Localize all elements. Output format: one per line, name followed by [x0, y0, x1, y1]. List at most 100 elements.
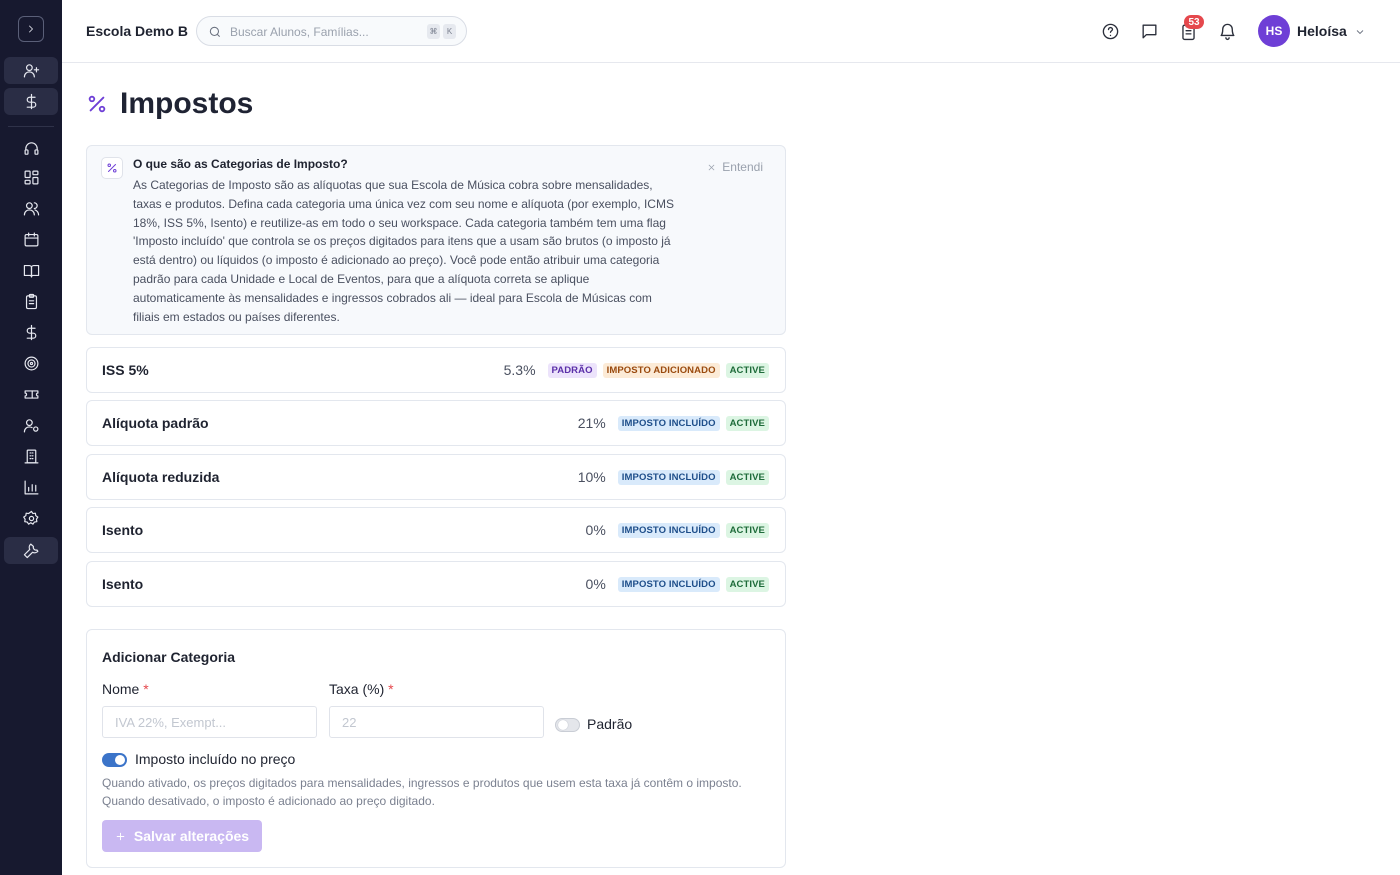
dismiss-label: Entendi: [722, 160, 763, 174]
help-button[interactable]: [1099, 20, 1121, 42]
category-name: Isento: [102, 522, 144, 538]
avatar[interactable]: HS: [1258, 15, 1290, 47]
info-body: As Categorias de Imposto são as alíquota…: [133, 178, 674, 324]
user-settings-icon: [23, 419, 38, 433]
sidebar-item-billing[interactable]: [4, 319, 58, 346]
tax-mode-badge: IMPOSTO INCLUÍDO: [617, 522, 720, 538]
info-callout: O que são as Categorias de Imposto? As C…: [86, 145, 786, 335]
search-box[interactable]: Buscar Alunos, Famílias... ⌘ K: [196, 16, 467, 46]
messages-button[interactable]: [1138, 20, 1160, 42]
sidebar-item-courses[interactable]: [4, 257, 58, 284]
category-rate: 10%: [577, 469, 606, 485]
add-category-form: Adicionar Categoria Nome * Taxa (%) * Pa…: [86, 629, 786, 868]
help-circle-icon: [1102, 23, 1118, 39]
user-plus-icon: [23, 64, 39, 78]
required-mark: *: [143, 681, 149, 697]
building-icon: [24, 449, 38, 464]
sidebar-item-add-student[interactable]: [4, 57, 58, 84]
bar-chart-icon: [24, 480, 38, 495]
sidebar-item-goals[interactable]: [4, 350, 58, 377]
category-rate: 21%: [577, 415, 606, 431]
shortcut-key-cmd: ⌘: [427, 24, 440, 39]
tax-mode-badge: IMPOSTO INCLUÍDO: [617, 415, 720, 431]
tax-included-help: Quando ativado, os preços digitados para…: [102, 776, 742, 808]
sidebar-item-dashboard[interactable]: [4, 164, 58, 191]
sidebar-item-tickets[interactable]: [4, 381, 58, 408]
sidebar-item-finance[interactable]: [4, 88, 58, 115]
sidebar-item-tools[interactable]: [4, 537, 58, 564]
rate-input[interactable]: [329, 706, 544, 738]
name-input[interactable]: [102, 706, 317, 738]
headset-icon: [24, 142, 38, 155]
sidebar-item-locations[interactable]: [4, 443, 58, 470]
sidebar-item-settings[interactable]: [4, 505, 58, 532]
tax-category-row[interactable]: Alíquota padrão 21% IMPOSTO INCLUÍDO ACT…: [86, 400, 786, 446]
tax-category-row[interactable]: ISS 5% 5.3% PADRÃO IMPOSTO ADICIONADO AC…: [86, 347, 786, 393]
dollar-icon: [26, 93, 36, 110]
tax-category-row[interactable]: Alíquota reduzida 10% IMPOSTO INCLUÍDO A…: [86, 454, 786, 500]
ticket-icon: [24, 390, 38, 399]
calendar-icon: [24, 232, 38, 247]
name-label-text: Nome: [102, 681, 140, 697]
shortcut-key-k: K: [443, 24, 456, 39]
default-badge: PADRÃO: [547, 362, 597, 378]
wrench-icon: [23, 543, 38, 559]
school-name[interactable]: Escola Demo B: [86, 23, 188, 39]
percent-icon: [86, 93, 108, 115]
category-rate: 0%: [585, 576, 606, 592]
status-badge: ACTIVE: [725, 469, 769, 485]
users-icon: [23, 202, 39, 216]
target-icon: [24, 356, 38, 371]
rate-label: Taxa (%) *: [329, 681, 394, 697]
sidebar-item-calendar[interactable]: [4, 226, 58, 253]
tax-category-row[interactable]: Isento 0% IMPOSTO INCLUÍDO ACTIVE: [86, 561, 786, 607]
category-name: Alíquota reduzida: [102, 469, 220, 485]
save-button[interactable]: Salvar alterações: [102, 820, 262, 852]
tax-mode-badge: IMPOSTO ADICIONADO: [602, 362, 720, 378]
tax-category-row[interactable]: Isento 0% IMPOSTO INCLUÍDO ACTIVE: [86, 507, 786, 553]
sidebar-expand-button[interactable]: [18, 16, 44, 42]
default-toggle-label: Padrão: [587, 716, 633, 732]
sidebar: [0, 0, 62, 875]
plus-icon: [116, 832, 125, 840]
percent-icon: [101, 157, 123, 179]
default-toggle[interactable]: [555, 718, 580, 732]
book-icon: [23, 264, 39, 278]
sidebar-item-reports[interactable]: [4, 474, 58, 501]
chat-icon: [1141, 23, 1157, 39]
save-label: Salvar alterações: [133, 828, 250, 844]
search-placeholder: Buscar Alunos, Famílias...: [230, 25, 369, 39]
tax-included-toggle[interactable]: [102, 753, 127, 767]
user-name[interactable]: Heloísa: [1297, 23, 1347, 39]
notifications-button[interactable]: [1216, 20, 1238, 42]
sidebar-item-students[interactable]: [4, 195, 58, 222]
sidebar-divider: [8, 126, 54, 127]
top-bar: Escola Demo B Buscar Alunos, Famílias...…: [62, 0, 1400, 63]
tax-mode-badge: IMPOSTO INCLUÍDO: [617, 576, 720, 592]
category-name: Alíquota padrão: [102, 415, 209, 431]
info-title: O que são as Categorias de Imposto?: [133, 157, 348, 171]
clipboard-icon: [25, 293, 37, 310]
dashboard-icon: [24, 170, 38, 185]
sidebar-item-staff[interactable]: [4, 412, 58, 439]
close-icon: [708, 164, 715, 170]
bell-icon: [1219, 23, 1235, 40]
tax-included-label: Imposto incluído no preço: [135, 751, 296, 767]
chevron-right-icon: [29, 25, 33, 33]
form-title: Adicionar Categoria: [102, 649, 236, 665]
dismiss-button[interactable]: Entendi: [707, 160, 763, 174]
dollar-icon: [26, 324, 36, 341]
sidebar-item-attendance[interactable]: [4, 288, 58, 315]
status-badge: ACTIVE: [725, 415, 769, 431]
tasks-count-badge: 53: [1184, 15, 1204, 29]
sidebar-item-support[interactable]: [4, 135, 58, 162]
user-menu-toggle[interactable]: [1354, 25, 1366, 37]
page-title: Impostos: [120, 87, 254, 120]
tax-mode-badge: IMPOSTO INCLUÍDO: [617, 469, 720, 485]
category-rate: 5.3%: [503, 362, 536, 378]
search-icon: [209, 26, 221, 38]
category-name: Isento: [102, 576, 144, 592]
name-label: Nome *: [102, 681, 149, 697]
chevron-down-icon: [1356, 30, 1364, 35]
status-badge: ACTIVE: [725, 576, 769, 592]
